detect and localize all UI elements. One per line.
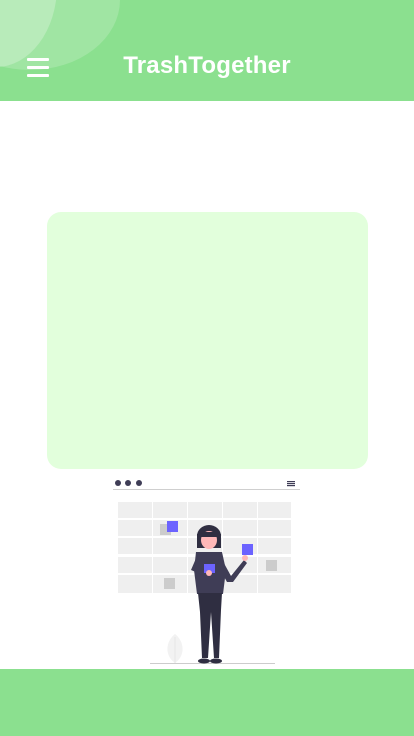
content-card	[47, 212, 368, 469]
calendar-planning-illustration	[105, 472, 305, 668]
app-header: TrashTogether	[0, 0, 414, 101]
app-footer	[0, 669, 414, 736]
app-title: TrashTogether	[123, 52, 291, 79]
